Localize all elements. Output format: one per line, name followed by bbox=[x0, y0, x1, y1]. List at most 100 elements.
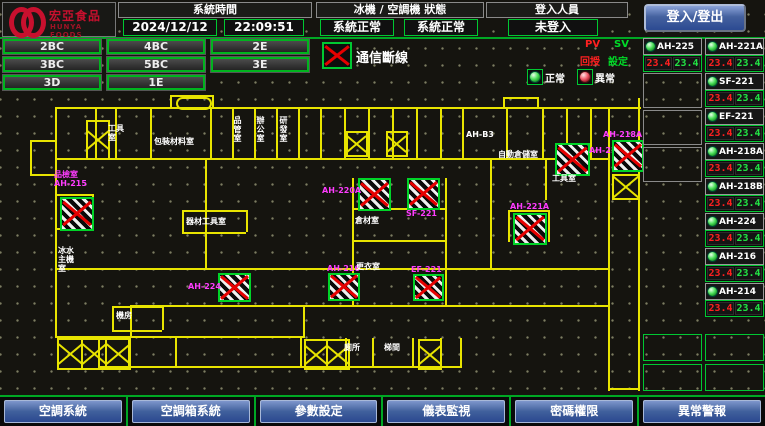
status-led-icon bbox=[707, 111, 718, 122]
plan-unit-ah-220a[interactable] bbox=[358, 178, 391, 211]
plan-wall bbox=[545, 158, 547, 200]
pv-value: 23.4 bbox=[707, 57, 734, 70]
unit-value-row: 23.423.4 bbox=[705, 265, 764, 282]
plan-wall bbox=[412, 338, 414, 366]
sv-value: 23.4 bbox=[735, 267, 762, 280]
plan-unit-ah-214[interactable] bbox=[555, 143, 590, 176]
nav-button-3[interactable]: 參數設定 bbox=[260, 400, 378, 423]
floor-button-5bc[interactable]: 5BC bbox=[107, 57, 205, 72]
plan-unit-ah-218a[interactable] bbox=[612, 140, 644, 172]
nav-segment: 參數設定 bbox=[256, 397, 384, 426]
unit-name-label: AH-218B bbox=[719, 182, 763, 192]
sv-value: 23.4 bbox=[735, 162, 762, 175]
unit-status-cell-ah-224[interactable]: AH-224 bbox=[705, 213, 764, 230]
unit-status-cell-sf-221[interactable]: SF-221 bbox=[705, 73, 764, 90]
plan-wall bbox=[368, 107, 370, 158]
plan-unit-ef-221[interactable] bbox=[413, 274, 444, 301]
unit-status-cell-ah-218b[interactable]: AH-218B bbox=[705, 178, 764, 195]
unit-name-label: AH-216 bbox=[719, 252, 756, 262]
plan-unit-sf-221[interactable] bbox=[407, 178, 440, 210]
floor-button-3d[interactable]: 3D bbox=[3, 75, 101, 90]
system-time-value: 22:09:51 bbox=[224, 19, 304, 36]
plan-unit-ah-216[interactable] bbox=[328, 273, 360, 301]
unit-status-cell-ah-218a[interactable]: AH-218A bbox=[705, 143, 764, 160]
plan-unit-ah-224[interactable] bbox=[218, 273, 251, 302]
plan-wall bbox=[503, 97, 539, 99]
unit-name-label: AH-221A bbox=[719, 42, 763, 52]
nav-button-5[interactable]: 密碼權限 bbox=[515, 400, 633, 423]
plan-wall bbox=[182, 210, 246, 212]
nav-segment: 空調系統 bbox=[0, 397, 128, 426]
plan-wall bbox=[320, 107, 322, 158]
plan-wall bbox=[182, 210, 184, 232]
unit-status-cell-ah-221a[interactable]: AH-221A bbox=[705, 38, 764, 55]
abnormal-led bbox=[577, 69, 593, 85]
unit-status-cell-ef-221[interactable]: EF-221 bbox=[705, 108, 764, 125]
stairs-cell-icon bbox=[614, 176, 638, 198]
empty-panel-slot bbox=[643, 364, 702, 391]
floor-selector-grid: 2BC 4BC 2E 3BC 5BC 3E 3D 1E bbox=[3, 39, 315, 93]
plan-wall bbox=[462, 107, 464, 158]
floor-button-4bc[interactable]: 4BC bbox=[107, 39, 205, 54]
header-bar: 宏亞食品 HUNYA FOODS 系統時間 2024/12/12 22:09:5… bbox=[0, 0, 765, 39]
floor-button-2bc[interactable]: 2BC bbox=[3, 39, 101, 54]
nav-button-6[interactable]: 異常警報 bbox=[643, 400, 761, 423]
plan-wall bbox=[112, 306, 162, 308]
comm-error-label: 通信斷線 bbox=[356, 47, 408, 66]
plan-wall bbox=[55, 107, 641, 109]
plan-wall bbox=[608, 388, 640, 390]
login-logout-button[interactable]: 登入/登出 bbox=[644, 4, 746, 32]
room-label: 倉材室 bbox=[355, 216, 379, 225]
plan-wall bbox=[175, 336, 177, 366]
room-label: 更衣室 bbox=[356, 262, 380, 271]
sv-value: 23.4 bbox=[735, 92, 762, 105]
plan-wall bbox=[298, 107, 300, 158]
unit-status-cell-ah-225[interactable]: AH-225 bbox=[643, 38, 702, 55]
panel-spacer bbox=[705, 318, 764, 334]
unit-name-label: AH-224 bbox=[719, 217, 756, 227]
unit-status-cell-ah-216[interactable]: AH-216 bbox=[705, 248, 764, 265]
normal-led bbox=[527, 69, 543, 85]
room-label: 自動倉儲室 bbox=[498, 150, 538, 159]
room-label: 廁所 bbox=[344, 343, 360, 352]
room-label: 器材工具室 bbox=[186, 217, 226, 226]
plan-wall bbox=[445, 178, 447, 306]
plan-wall bbox=[352, 240, 445, 242]
floor-button-3e[interactable]: 3E bbox=[211, 57, 309, 72]
empty-panel-cell bbox=[643, 147, 702, 182]
sv-value: 23.4 bbox=[735, 302, 762, 315]
plan-wall bbox=[300, 338, 302, 368]
plan-unit-ah-215[interactable] bbox=[60, 197, 94, 231]
nav-button-2[interactable]: 空調箱系統 bbox=[132, 400, 250, 423]
nav-button-1[interactable]: 空調系統 bbox=[4, 400, 122, 423]
sv-value: 23.4 bbox=[735, 197, 762, 210]
plan-unit-label-ah-215: 品檢室 AH-215 bbox=[54, 170, 87, 188]
room-label: 機房 bbox=[116, 311, 132, 320]
unit-value-row: 23.423.4 bbox=[705, 300, 764, 317]
plan-wall bbox=[56, 194, 94, 196]
stairs-cell-icon bbox=[88, 122, 108, 158]
sv-value: 23.4 bbox=[673, 57, 700, 70]
stairs-icon bbox=[346, 131, 368, 157]
unit-value-row: 23.423.4 bbox=[705, 125, 764, 142]
chiller-status-value: 系統正常 bbox=[320, 19, 394, 36]
unit-status-cell-ah-214[interactable]: AH-214 bbox=[705, 283, 764, 300]
plan-unit-ah-221a[interactable] bbox=[513, 213, 547, 245]
plan-wall bbox=[30, 140, 32, 176]
panel-unit: EF-221 23.423.4 bbox=[705, 108, 764, 142]
nav-button-4[interactable]: 儀表監視 bbox=[387, 400, 505, 423]
pv-value: 23.4 bbox=[707, 127, 734, 140]
panel-unit: AH-21423.423.4 bbox=[705, 283, 764, 317]
plan-wall bbox=[460, 338, 462, 368]
floor-button-3bc[interactable]: 3BC bbox=[3, 57, 101, 72]
floor-button-2e[interactable]: 2E bbox=[211, 39, 309, 54]
stairs-icon bbox=[386, 131, 408, 157]
elevator-pill-icon bbox=[176, 97, 212, 110]
floor-button-1e[interactable]: 1E bbox=[107, 75, 205, 90]
stairs-icon bbox=[86, 120, 110, 160]
unit-name-label: EF-221 bbox=[719, 112, 754, 122]
status-led-icon bbox=[707, 76, 718, 87]
pv-value: 23.4 bbox=[707, 197, 734, 210]
unit-value-row: 23.423.4 bbox=[705, 160, 764, 177]
plan-wall bbox=[205, 158, 207, 268]
